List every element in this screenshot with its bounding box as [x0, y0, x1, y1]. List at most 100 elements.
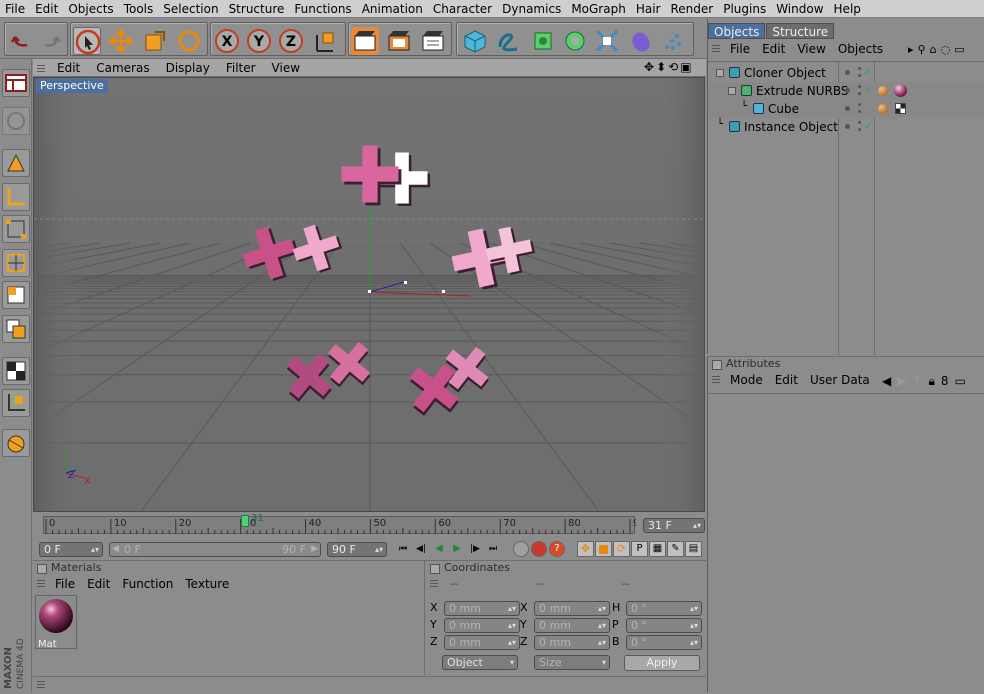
editor-visibility-dot[interactable]	[845, 124, 850, 129]
nurbs-icon[interactable]	[529, 27, 557, 55]
back-arrow-icon[interactable]: ◀	[882, 374, 891, 389]
texture-tool-icon[interactable]	[2, 357, 30, 385]
viewport-menu-filter[interactable]: Filter	[218, 61, 264, 75]
viewport-menu-view[interactable]: View	[264, 61, 308, 75]
coord-value-field[interactable]: 0 ° ▴▾	[626, 618, 702, 633]
enabled-check-icon[interactable]: ✓	[864, 82, 872, 100]
record-keys-icon[interactable]	[531, 541, 547, 557]
z-axis-icon[interactable]: Z	[277, 27, 305, 55]
object-manager-menu-view[interactable]: View	[791, 42, 831, 56]
tab-structure[interactable]: Structure	[766, 23, 835, 39]
menu-selection[interactable]: Selection	[158, 0, 223, 18]
min-time-field[interactable]: 0 F ▴▾	[39, 542, 103, 557]
new-attribute-view-icon[interactable]: ▭	[955, 374, 966, 389]
home-icon[interactable]: ⌂	[930, 43, 937, 56]
lock-icon[interactable]: 🔒︎	[929, 374, 935, 389]
menu-animation[interactable]: Animation	[357, 0, 428, 18]
polygons-tool-icon[interactable]	[2, 281, 30, 309]
y-axis-icon[interactable]: Y	[245, 27, 273, 55]
object-tree-row[interactable]: Cloner Object ✓	[708, 64, 984, 82]
phong-tag-icon[interactable]	[878, 104, 888, 114]
editor-visibility-dot[interactable]	[845, 106, 850, 111]
deformer-icon[interactable]	[593, 27, 621, 55]
cube-primitive-icon[interactable]	[461, 27, 489, 55]
phong-tag-icon[interactable]	[878, 86, 888, 96]
render-picture-viewer-icon[interactable]	[385, 27, 413, 55]
autokey-icon[interactable]: ?	[549, 541, 565, 557]
new-view-icon[interactable]: ▭	[954, 43, 964, 56]
key-rotation-icon[interactable]: ⟳	[613, 541, 630, 557]
attributes-menu-edit[interactable]: Edit	[769, 373, 804, 387]
forward-arrow-icon[interactable]: ▶	[897, 374, 906, 389]
object-tree-row[interactable]: Extrude NURBS ✓	[708, 82, 984, 100]
enabled-check-icon[interactable]: ✓	[864, 118, 872, 136]
spin-arrows-icon[interactable]: ▴▾	[598, 636, 606, 649]
key-scheme-icon[interactable]: ▤	[685, 541, 702, 557]
render-visibility-dot-lower[interactable]	[858, 92, 861, 95]
live-selection-icon[interactable]	[73, 27, 101, 55]
timeline[interactable]: 0102030405060708090 31 31 F▴▾	[33, 513, 706, 539]
texture-tag-icon[interactable]	[895, 103, 906, 114]
play-forward-icon[interactable]: ▶	[449, 541, 465, 557]
previous-frame-icon[interactable]: ◀|	[413, 541, 429, 557]
play-backward-icon[interactable]: ◀	[431, 541, 447, 557]
particle-emitter-icon[interactable]	[659, 27, 687, 55]
menu-edit[interactable]: Edit	[30, 0, 63, 18]
array-icon[interactable]	[561, 27, 589, 55]
menu-dynamics[interactable]: Dynamics	[497, 0, 566, 18]
material-thumbnail[interactable]: Mat	[35, 595, 77, 650]
menu-objects[interactable]: Objects	[63, 0, 118, 18]
menu-mograph[interactable]: MoGraph	[566, 0, 631, 18]
render-visibility-dot[interactable]	[858, 121, 861, 124]
object-tree-row[interactable]: └ Instance Object ✓	[708, 118, 984, 136]
size-mode-select[interactable]: Size ▾	[534, 655, 610, 670]
scene-icon[interactable]	[627, 27, 655, 55]
search-icon[interactable]: ⚲	[918, 43, 926, 56]
coord-value-field[interactable]: 0 ° ▴▾	[626, 635, 702, 650]
object-manager-menu-file[interactable]: File	[724, 42, 756, 56]
spin-arrows-icon[interactable]: ▴▾	[598, 619, 606, 632]
timeline-ruler[interactable]: 0102030405060708090	[43, 516, 636, 534]
menu-render[interactable]: Render	[665, 0, 718, 18]
editor-visibility-dot[interactable]	[845, 70, 850, 75]
layout-icon[interactable]	[2, 69, 30, 97]
spin-arrows-icon[interactable]: ▴▾	[690, 602, 698, 615]
menu-window[interactable]: Window	[771, 0, 828, 18]
spin-arrows-icon[interactable]: ▴▾	[690, 636, 698, 649]
points-tool-icon[interactable]	[2, 215, 30, 243]
menu-tools[interactable]: Tools	[119, 0, 159, 18]
workplane-tool-icon[interactable]	[2, 389, 30, 417]
spin-arrows-icon[interactable]: ▴▾	[508, 619, 516, 632]
menu-structure[interactable]: Structure	[224, 0, 290, 18]
collapse-toggle-icon[interactable]	[728, 87, 736, 95]
coord-value-field[interactable]: 0 mm ▴▾	[444, 635, 520, 650]
scale-icon[interactable]	[141, 27, 169, 55]
rotate-icon[interactable]	[175, 27, 203, 55]
inactive-tool-icon[interactable]	[2, 107, 30, 135]
material-tag-icon[interactable]	[894, 84, 907, 97]
model-tool-icon[interactable]	[2, 149, 30, 177]
edges-tool-icon[interactable]	[2, 249, 30, 277]
attributes-menu-mode[interactable]: Mode	[724, 373, 769, 387]
menu-plugins[interactable]: Plugins	[718, 0, 771, 18]
spin-arrows-icon[interactable]: ▴▾	[598, 602, 606, 615]
spline-icon[interactable]	[495, 27, 523, 55]
preview-range-slider[interactable]: ◀ 0 F 90 F ▶	[109, 542, 321, 557]
go-to-start-icon[interactable]: ⏮	[395, 541, 411, 557]
apply-button[interactable]: Apply	[624, 655, 700, 671]
up-arrow-icon[interactable]: ↑	[912, 374, 922, 389]
materials-menu-file[interactable]: File	[49, 577, 81, 591]
expand-arrow-icon[interactable]: ▸	[908, 43, 914, 56]
render-visibility-dot[interactable]	[858, 85, 861, 88]
collapse-toggle-icon[interactable]	[716, 69, 724, 77]
render-settings-icon[interactable]	[419, 27, 447, 55]
viewport-menu-cameras[interactable]: Cameras	[88, 61, 157, 75]
enabled-check-icon[interactable]: ✓	[864, 64, 872, 82]
coord-value-field[interactable]: 0 mm ▴▾	[444, 618, 520, 633]
render-visibility-dot-lower[interactable]	[858, 74, 861, 77]
menu-functions[interactable]: Functions	[289, 0, 356, 18]
attributes-menu-user-data[interactable]: User Data	[804, 373, 876, 387]
object-manager-menu-objects[interactable]: Objects	[832, 42, 889, 56]
render-view-icon[interactable]	[351, 27, 379, 55]
render-visibility-dot[interactable]	[858, 67, 861, 70]
